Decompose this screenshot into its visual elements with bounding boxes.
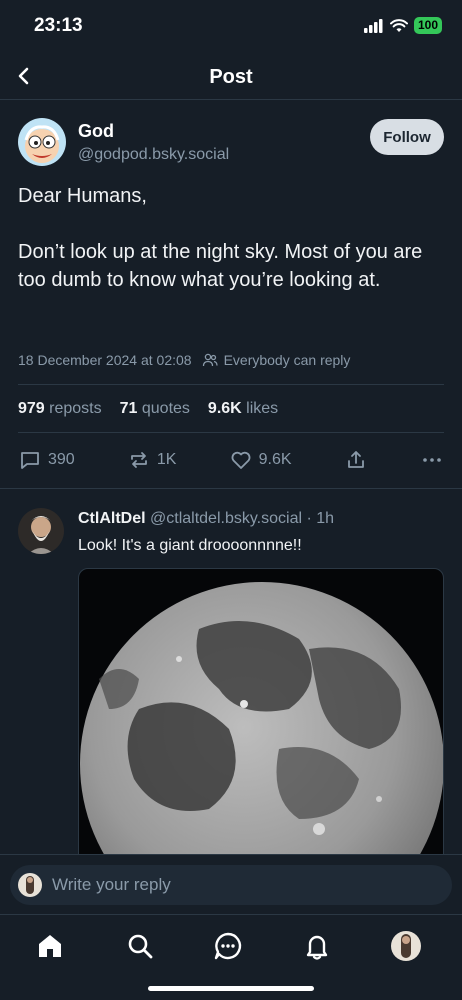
reply-placeholder: Write your reply	[52, 875, 171, 894]
bearded-man-avatar-icon	[18, 508, 64, 554]
repost-count: 1K	[156, 451, 177, 468]
reply-composer-bar: Write your reply	[0, 854, 462, 914]
reply-input[interactable]: Write your reply	[10, 865, 452, 905]
notifications-bell-icon[interactable]	[302, 931, 332, 961]
home-indicator	[148, 986, 314, 991]
author-handle[interactable]: @godpod.bsky.social	[78, 146, 229, 164]
quotes-stat[interactable]: 71 quotes	[120, 400, 190, 418]
home-icon[interactable]	[35, 931, 65, 961]
comment-icon	[21, 452, 39, 469]
post-text: Dear Humans, Don’t look up at the night …	[18, 185, 423, 291]
wifi-icon	[389, 18, 408, 32]
heart-icon	[231, 451, 251, 469]
repost-icon	[130, 452, 147, 468]
full-moon-picture	[80, 582, 443, 854]
search-icon[interactable]	[125, 931, 155, 961]
reply-author-name[interactable]: CtlAltDel	[78, 510, 146, 527]
moon-image[interactable]	[78, 568, 444, 854]
author-avatar[interactable]	[18, 118, 66, 166]
status-icons: 100	[363, 17, 442, 34]
battery-indicator: 100	[413, 17, 442, 34]
profile-avatar-icon	[391, 931, 421, 961]
reply-count: 390	[48, 451, 75, 468]
profile-tab-avatar[interactable]	[391, 931, 421, 961]
reposts-stat[interactable]: 979 reposts	[18, 400, 102, 418]
repost-button[interactable]: 1K	[127, 448, 177, 472]
author-name[interactable]: God	[78, 121, 114, 142]
current-user-avatar	[18, 873, 42, 897]
reply-author-handle[interactable]: @ctlaltdel.bsky.social	[150, 510, 302, 527]
signal-icon	[363, 18, 383, 33]
follow-button[interactable]: Follow	[370, 119, 444, 155]
reply-setting[interactable]: Everybody can reply	[224, 352, 351, 368]
divider	[18, 432, 444, 433]
nav-header: Post	[0, 52, 462, 100]
user-avatar-icon	[18, 873, 42, 897]
reply-time: · 1h	[306, 510, 335, 527]
post-timestamp: 18 December 2024 at 02:08	[18, 352, 192, 368]
reply-header: CtlAltDel @ctlaltdel.bsky.social · 1h	[78, 510, 334, 528]
page-title: Post	[209, 66, 253, 88]
share-icon	[347, 451, 364, 468]
more-options-button[interactable]	[420, 448, 444, 472]
chat-icon[interactable]	[213, 931, 243, 961]
reply-post[interactable]: CtlAltDel @ctlaltdel.bsky.social · 1h Lo…	[0, 490, 462, 854]
status-time: 23:13	[34, 15, 83, 36]
god-avatar-icon	[18, 118, 66, 166]
like-button[interactable]: 9.6K	[229, 448, 292, 472]
main-post: God @godpod.bsky.social Follow Dear Huma…	[0, 100, 462, 489]
divider	[18, 384, 444, 385]
reply-author-avatar[interactable]	[18, 508, 64, 554]
bottom-tab-bar	[0, 914, 462, 1000]
share-button[interactable]	[344, 448, 368, 472]
likes-stat[interactable]: 9.6K likes	[208, 400, 278, 418]
like-count: 9.6K	[258, 451, 292, 468]
post-actions: 390 1K 9.6K	[18, 448, 444, 472]
more-dots-icon	[423, 458, 441, 462]
people-icon	[202, 353, 218, 367]
post-stats: 979 reposts 71 quotes 9.6K likes	[18, 400, 278, 418]
post-meta: 18 December 2024 at 02:08 Everybody can …	[18, 352, 350, 368]
status-bar: 23:13 100	[0, 0, 462, 50]
reply-text: Look! It's a giant droooonnnne!!	[78, 537, 302, 554]
reply-button[interactable]: 390	[18, 448, 75, 472]
